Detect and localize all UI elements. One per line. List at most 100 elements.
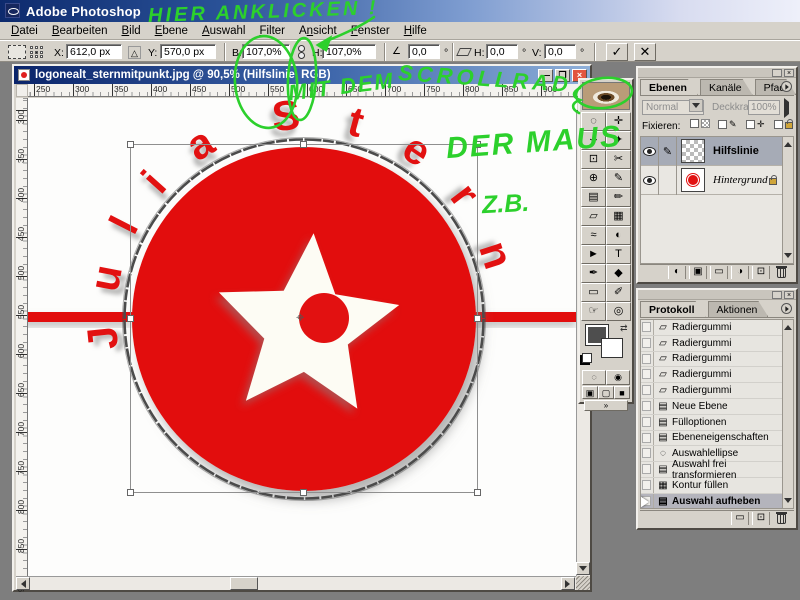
transform-reference-point[interactable]: ⌖: [296, 309, 304, 326]
standard-screen-button[interactable]: ▣: [582, 386, 598, 399]
new-document-from-state-button[interactable]: ▭: [731, 512, 749, 525]
history-step-radiergummi[interactable]: ▱Radiergummi: [641, 336, 793, 352]
layer-name[interactable]: Hilfslinie: [713, 145, 759, 157]
horizontal-scrollbar[interactable]: [16, 576, 576, 590]
layer-name[interactable]: Hintergrund: [713, 174, 768, 186]
layer-row-hintergrund[interactable]: Hintergrund: [641, 166, 793, 195]
width-scale-field[interactable]: 107,0%: [242, 44, 290, 59]
maintain-aspect-ratio-link-icon[interactable]: [297, 45, 306, 60]
history-source-checkbox[interactable]: [641, 352, 654, 367]
history-step-kontur-f-llen[interactable]: ▦Kontur füllen: [641, 478, 793, 494]
menu-hilfe[interactable]: Hilfe: [397, 23, 434, 39]
clone-stamp-tool[interactable]: ▤: [581, 188, 606, 207]
menu-bild[interactable]: Bild: [115, 23, 148, 39]
fullscreen-menubar-button[interactable]: ▢: [598, 386, 614, 399]
palette-titlebar[interactable]: ×: [638, 290, 796, 300]
palette-minimize-button[interactable]: [772, 69, 782, 77]
delete-button[interactable]: [777, 514, 786, 524]
history-scrollbar[interactable]: [782, 320, 793, 508]
background-color-swatch[interactable]: [602, 339, 622, 357]
custom-shape-tool[interactable]: ◆: [606, 264, 631, 283]
history-step-auswahl-frei-transformieren[interactable]: ▤Auswahl frei transformieren: [641, 462, 793, 478]
new-snapshot-button[interactable]: ⊡: [752, 512, 770, 525]
history-step-ebeneneigenschaften[interactable]: ▤Ebeneneigenschaften: [641, 431, 793, 447]
history-brush-tool[interactable]: ✏: [606, 188, 631, 207]
swap-colors-icon[interactable]: ⇄: [620, 323, 628, 334]
scroll-down-button[interactable]: [576, 562, 590, 575]
visibility-toggle[interactable]: [641, 166, 659, 195]
history-step-radiergummi[interactable]: ▱Radiergummi: [641, 352, 793, 368]
history-step-f-lloptionen[interactable]: ▤Fülloptionen: [641, 415, 793, 431]
notes-tool[interactable]: ▭: [581, 283, 606, 302]
app-titlebar[interactable]: Adobe Photoshop: [0, 0, 800, 22]
palette-minimize-button[interactable]: [772, 291, 782, 299]
history-step-auswahl-aufheben[interactable]: ▤Auswahl aufheben: [641, 494, 793, 509]
link-cell[interactable]: [659, 166, 677, 195]
history-source-checkbox[interactable]: [641, 478, 654, 493]
doc-maximize-button[interactable]: ❐: [555, 69, 570, 82]
history-step-neue-ebene[interactable]: ▤Neue Ebene: [641, 399, 793, 415]
palette-menu-button[interactable]: [781, 81, 792, 92]
history-source-checkbox[interactable]: [641, 336, 654, 351]
commit-transform-button[interactable]: ✓: [606, 43, 628, 61]
menu-filter[interactable]: Filter: [252, 23, 292, 39]
eraser-tool[interactable]: ▱: [581, 207, 606, 226]
palette-close-button[interactable]: ×: [784, 69, 794, 77]
zoom-tool[interactable]: ◎: [606, 302, 631, 321]
dodge-tool[interactable]: ◐: [606, 226, 631, 245]
visibility-toggle[interactable]: [641, 137, 659, 166]
transform-handle-middle-right[interactable]: [474, 315, 481, 322]
history-state-pointer[interactable]: [640, 496, 655, 508]
layer-list-scrollbar[interactable]: [782, 137, 793, 263]
default-colors-icon[interactable]: [582, 353, 592, 363]
path-selection-tool[interactable]: ►: [581, 245, 606, 264]
transform-handle-bottom-right[interactable]: [474, 489, 481, 496]
height-scale-field[interactable]: 107,0%: [322, 44, 376, 59]
adobe-eye-image[interactable]: [582, 82, 630, 110]
history-source-checkbox[interactable]: [641, 446, 654, 461]
transform-handle-middle-left[interactable]: [127, 315, 134, 322]
relative-positioning-toggle[interactable]: △: [128, 46, 141, 59]
rotate-angle-field[interactable]: 0,0: [408, 44, 440, 59]
tab-protokoll[interactable]: Protokoll: [640, 301, 706, 317]
menu-auswahl[interactable]: Auswahl: [195, 23, 252, 39]
scroll-right-button[interactable]: [561, 577, 575, 590]
skew-v-field[interactable]: 0,0: [544, 44, 576, 59]
transform-handle-top-center[interactable]: [300, 141, 307, 148]
scrollbar-thumb[interactable]: [230, 577, 258, 590]
palette-menu-button[interactable]: [781, 303, 792, 314]
lock-position-checkbox[interactable]: ✛: [746, 119, 765, 130]
pen-tool[interactable]: ✒: [581, 264, 606, 283]
brush-tool[interactable]: ✎: [606, 169, 631, 188]
opacity-field[interactable]: 100%: [748, 100, 780, 115]
tab-aktionen[interactable]: Aktionen: [708, 301, 769, 317]
crop-tool[interactable]: ⊡: [581, 150, 606, 169]
layer-thumbnail[interactable]: [681, 139, 705, 163]
doc-minimize-button[interactable]: —: [538, 69, 553, 82]
layer-thumbnail[interactable]: [681, 168, 705, 192]
history-step-radiergummi[interactable]: ▱Radiergummi: [641, 320, 793, 336]
x-position-field[interactable]: 612,0 px: [66, 44, 122, 59]
history-source-checkbox[interactable]: [641, 494, 654, 509]
new-group-button[interactable]: ▭: [710, 266, 728, 279]
type-tool[interactable]: T: [606, 245, 631, 264]
menu-bearbeiten[interactable]: Bearbeiten: [45, 23, 115, 39]
history-source-checkbox[interactable]: [641, 383, 654, 398]
quick-mask-mode-button[interactable]: ◉: [606, 370, 630, 385]
opacity-arrow[interactable]: [784, 102, 790, 114]
history-step-radiergummi[interactable]: ▱Radiergummi: [641, 367, 793, 383]
fullscreen-button[interactable]: ■: [614, 386, 630, 399]
hand-tool[interactable]: ☞: [581, 302, 606, 321]
blend-mode-arrow[interactable]: [689, 99, 703, 112]
lock-pixels-checkbox[interactable]: ✎: [718, 119, 737, 130]
history-source-checkbox[interactable]: [641, 462, 654, 477]
tab-ebenen[interactable]: Ebenen: [640, 79, 698, 95]
layer-row-hilfslinie[interactable]: ✎ Hilfslinie: [641, 137, 793, 166]
transform-handle-top-left[interactable]: [127, 141, 134, 148]
palette-close-button[interactable]: ×: [784, 291, 794, 299]
resize-grip[interactable]: [576, 576, 590, 590]
healing-brush-tool[interactable]: ⊕: [581, 169, 606, 188]
transform-handle-top-right[interactable]: [474, 141, 481, 148]
adjustment-layer-button[interactable]: ◑: [731, 266, 749, 279]
document-titlebar[interactable]: logonealt_sternmitpunkt.jpg @ 90,5% (Hil…: [14, 66, 590, 84]
